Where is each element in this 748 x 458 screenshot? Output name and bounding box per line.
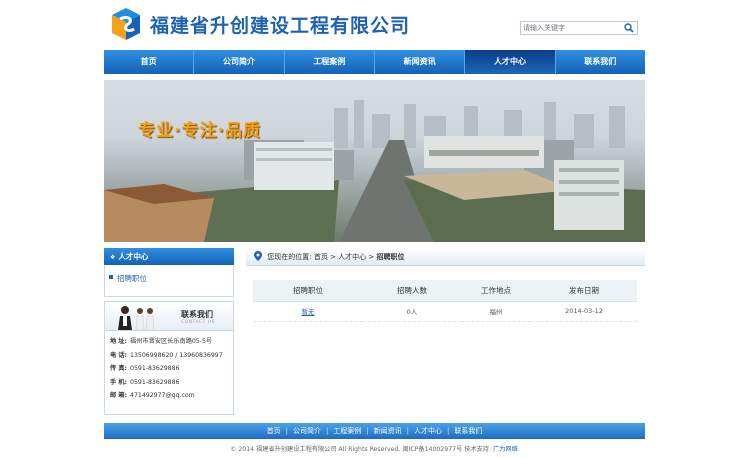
copyright: © 2014 福建省升创建设工程有限公司 All Rights Reserved… — [0, 444, 748, 453]
breadcrumb-current: 招聘职位 — [376, 253, 405, 261]
search-box — [520, 21, 638, 35]
fax-value: 0591-83629886 — [130, 365, 180, 373]
breadcrumb-home[interactable]: 首页 — [314, 253, 328, 261]
table-row: 暂无 0人 福州 2014-03-12 — [253, 301, 637, 322]
people-icon — [118, 306, 155, 330]
nav-item-news[interactable]: 新闻资讯 — [375, 50, 466, 74]
footer-link-home[interactable]: 首页 — [262, 426, 286, 436]
search-button[interactable] — [622, 22, 636, 34]
sidebar-list: 招聘职位 — [104, 265, 234, 297]
footer-nav: 首页 | 公司简介 | 工程案例 | 新闻资讯 | 人才中心 | 联系我们 — [104, 423, 645, 439]
nav-item-home[interactable]: 首页 — [104, 50, 195, 74]
breadcrumb: 您现在的位置: 首页 > 人才中心 > 招聘职位 — [246, 248, 645, 266]
breadcrumb-prefix: 您现在的位置: — [267, 253, 312, 261]
contact-phone: 电 话: 13506998620 / 13960836997 — [110, 349, 229, 363]
search-icon — [624, 23, 634, 33]
contact-title: 联系我们 — [181, 310, 213, 319]
company-name: 福建省升创建设工程有限公司 — [150, 15, 411, 37]
contact-banner: 联系我们 CONTACT US — [104, 301, 234, 331]
col-location-header: 工作地点 — [461, 280, 531, 302]
contact-subtitle: CONTACT US — [181, 320, 215, 325]
site-header: 福建省升创建设工程有限公司 — [0, 0, 748, 48]
phone-label: 电 话: — [110, 351, 128, 359]
email-label: 邮 箱: — [110, 392, 128, 400]
contact-email: 邮 箱: 471492977@qq.com — [110, 389, 229, 403]
double-chevron-icon: ❖ — [110, 254, 116, 261]
footer-link-news[interactable]: 新闻资讯 — [369, 426, 407, 436]
breadcrumb-separator: > — [368, 253, 375, 261]
breadcrumb-separator: > — [330, 253, 336, 261]
search-input[interactable] — [523, 22, 619, 34]
job-location-cell: 福州 — [461, 301, 531, 322]
job-count-cell: 0人 — [363, 301, 461, 322]
footer-link-cases[interactable]: 工程案例 — [328, 426, 366, 436]
bullet-icon — [109, 275, 113, 279]
nav-item-cases[interactable]: 工程案例 — [285, 50, 375, 74]
sidebar: ❖ 人才中心 招聘职位 联系我们 CONTACT US 地 址: 福州市晋安区长乐南… — [104, 248, 234, 415]
job-date-cell: 2014-03-12 — [531, 301, 637, 322]
contact-mobile: 手 机: 0591-83629886 — [110, 376, 229, 390]
contact-fax: 传 真: 0591-83629886 — [110, 362, 229, 376]
main-nav: 首页 公司简介 工程案例 新闻资讯 人才中心 联系我们 — [104, 50, 645, 74]
job-title-cell: 暂无 — [253, 301, 363, 322]
table-header-row: 招聘职位 招聘人数 工作地点 发布日期 — [253, 280, 637, 302]
banner-image: 专业·专注·品质 — [104, 80, 645, 242]
col-title-header: 招聘职位 — [253, 280, 363, 302]
footer-link-talent[interactable]: 人才中心 — [409, 426, 447, 436]
nav-item-talent[interactable]: 人才中心 — [465, 50, 556, 74]
sidebar-item-jobs[interactable]: 招聘职位 — [105, 273, 233, 284]
col-date-header: 发布日期 — [531, 280, 637, 302]
tech-support-link[interactable]: 广为网络 — [493, 446, 518, 453]
col-count-header: 招聘人数 — [363, 280, 461, 302]
address-label: 地 址: — [110, 338, 128, 345]
mobile-label: 手 机: — [110, 378, 128, 386]
banner-slogan: 专业·专注·品质 — [138, 121, 261, 141]
mobile-value: 0591-83629886 — [130, 378, 180, 386]
job-title-link[interactable]: 暂无 — [302, 308, 315, 316]
location-pin-icon — [254, 251, 262, 261]
nav-item-contact[interactable]: 联系我们 — [556, 50, 645, 74]
footer-link-contact[interactable]: 联系我们 — [449, 426, 487, 436]
sidebar-item-label: 招聘职位 — [117, 274, 147, 283]
sidebar-title: ❖ 人才中心 — [104, 248, 234, 265]
breadcrumb-section[interactable]: 人才中心 — [338, 253, 366, 261]
nav-item-about[interactable]: 公司简介 — [194, 50, 285, 74]
company-logo-icon[interactable] — [108, 6, 144, 42]
footer-link-about[interactable]: 公司简介 — [288, 426, 326, 436]
jobs-table: 招聘职位 招聘人数 工作地点 发布日期 暂无 0人 福州 2014-03-12 — [253, 280, 637, 322]
fax-label: 传 真: — [110, 365, 128, 373]
city-skyline-illustration — [104, 100, 645, 242]
contact-address: 地 址: 福州市晋安区长乐南路05-5号 — [110, 335, 229, 349]
contact-info: 地 址: 福州市晋安区长乐南路05-5号 电 话: 13506998620 / 13… — [104, 331, 234, 415]
sidebar-title-label: 人才中心 — [118, 252, 149, 261]
copyright-text: © 2014 福建省升创建设工程有限公司 All Rights Reserved… — [230, 446, 492, 453]
email-value: 471492977@qq.com — [130, 392, 195, 400]
address-value: 福州市晋安区长乐南路05-5号 — [130, 338, 213, 345]
phone-value: 13506998620 / 13960836997 — [130, 351, 223, 359]
